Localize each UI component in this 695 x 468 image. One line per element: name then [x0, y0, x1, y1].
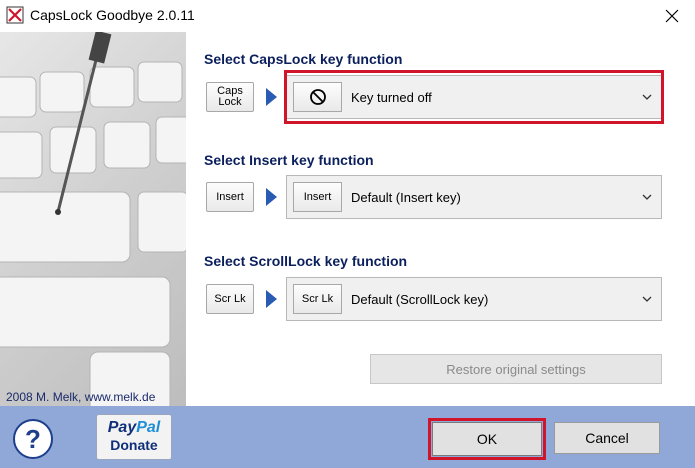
insert-arrow-icon: [266, 188, 277, 206]
capslock-highlight-box: [284, 70, 664, 124]
insert-function-select[interactable]: Insert Default (Insert key): [286, 175, 662, 219]
capslock-app-icon: [6, 6, 24, 24]
help-button[interactable]: ?: [13, 419, 53, 459]
copyright-text: 2008 M. Melk, www.melk.de: [6, 390, 156, 404]
cancel-button[interactable]: Cancel: [554, 422, 660, 454]
restore-settings-button[interactable]: Restore original settings: [370, 354, 662, 384]
capslock-arrow-icon: [266, 88, 277, 106]
keyboard-image: 2008 M. Melk, www.melk.de: [0, 32, 186, 406]
capslock-key-button[interactable]: Caps Lock: [206, 82, 254, 112]
scrolllock-key-button[interactable]: Scr Lk: [206, 284, 254, 314]
window-title: CapsLock Goodbye 2.0.11: [30, 7, 195, 23]
insert-key-button[interactable]: Insert: [206, 182, 254, 212]
paypal-logo: PayPal: [107, 419, 161, 436]
insert-section-title: Select Insert key function: [204, 152, 374, 168]
help-icon: ?: [25, 423, 41, 454]
main-content: Select CapsLock key function Caps Lock K…: [186, 32, 695, 406]
insert-selected-value: Default (Insert key): [351, 190, 461, 205]
ok-highlight-box: [428, 418, 546, 460]
paypal-donate-button[interactable]: PayPal Donate: [96, 414, 172, 460]
close-button[interactable]: [649, 0, 695, 32]
chevron-down-icon: [642, 296, 652, 302]
scrolllock-arrow-icon: [266, 290, 277, 308]
scrolllock-section-title: Select ScrollLock key function: [204, 253, 408, 269]
scrolllock-function-select[interactable]: Scr Lk Default (ScrollLock key): [286, 277, 662, 321]
footer-bar: ? PayPal Donate OK Cancel: [0, 406, 695, 468]
close-icon: [665, 9, 679, 23]
capslock-section-title: Select CapsLock key function: [204, 51, 403, 67]
chevron-down-icon: [642, 194, 652, 200]
scrolllock-selected-value: Default (ScrollLock key): [351, 292, 489, 307]
title-bar: CapsLock Goodbye 2.0.11: [0, 0, 695, 32]
scrolllock-selected-key: Scr Lk: [293, 284, 342, 314]
donate-label: Donate: [110, 437, 158, 453]
insert-selected-key: Insert: [293, 182, 342, 212]
